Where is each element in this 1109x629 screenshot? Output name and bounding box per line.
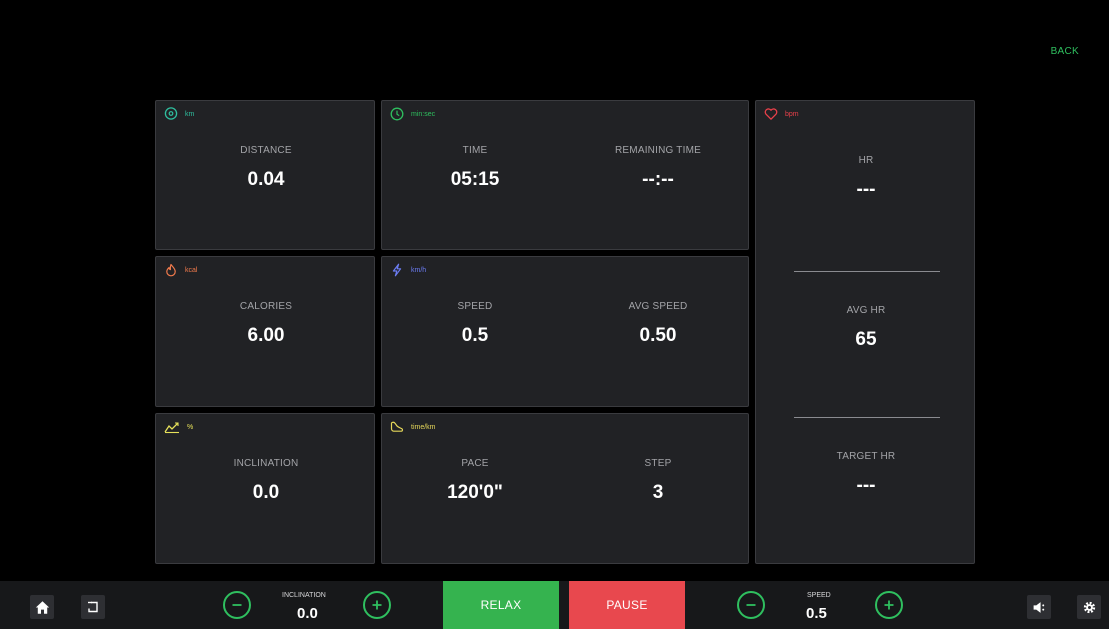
speed-control-label: SPEED [807, 592, 831, 599]
time-card: min:sec TIME 05:15 REMAINING TIME --:-- [381, 100, 749, 250]
avg-hr-label: AVG HR [846, 305, 886, 316]
remaining-time-value: --:-- [642, 169, 674, 190]
minus-icon [746, 604, 756, 606]
inclination-increase-button[interactable] [363, 591, 391, 619]
pace-value: 120'0" [447, 482, 503, 503]
calories-unit: kcal [185, 266, 198, 274]
flame-icon [166, 263, 176, 277]
speed-increase-button[interactable] [875, 591, 903, 619]
pace-label: PACE [461, 458, 489, 469]
distance-label: DISTANCE [240, 145, 292, 156]
speed-unit: km/h [411, 266, 427, 274]
remaining-time-label: REMAINING TIME [615, 145, 701, 156]
divider [794, 417, 940, 418]
settings-button[interactable] [1077, 595, 1101, 619]
plus-icon [372, 600, 382, 610]
calories-card-header: kcal [164, 263, 197, 277]
shoe-icon [390, 421, 404, 432]
speed-control-value: 0.5 [806, 605, 827, 622]
distance-unit: km [185, 110, 195, 118]
target-hr-label: TARGET HR [836, 451, 896, 462]
exit-button[interactable] [81, 595, 105, 619]
bottom-control-bar: INCLINATION 0.0 RELAX PAUSE SPEED 0.5 [0, 581, 1109, 629]
gear-icon [1083, 601, 1095, 613]
avg-speed-value: 0.50 [639, 325, 677, 346]
home-button[interactable] [30, 595, 54, 619]
time-value: 05:15 [450, 169, 500, 190]
distance-card: km DISTANCE 0.04 [155, 100, 375, 250]
time-unit: min:sec [411, 110, 436, 118]
pause-button[interactable]: PAUSE [569, 581, 685, 629]
hr-label: HR [858, 155, 874, 166]
target-hr-value: --- [856, 475, 876, 496]
home-icon [35, 600, 49, 614]
distance-value: 0.04 [247, 169, 285, 190]
heart-rate-card-header: bpm [764, 107, 799, 121]
inclination-label: INCLINATION [233, 458, 299, 469]
plus-icon [884, 600, 894, 610]
pace-card: time/km PACE 120'0" STEP 3 [381, 413, 749, 564]
volume-icon [1033, 601, 1044, 613]
speed-card: km/h SPEED 0.5 AVG SPEED 0.50 [381, 256, 749, 407]
exit-icon [88, 601, 98, 613]
inclination-control-value: 0.0 [297, 605, 318, 622]
clock-icon [390, 107, 404, 121]
avg-hr-value: 65 [855, 329, 877, 350]
pace-card-header: time/km [390, 420, 436, 434]
step-label: STEP [644, 458, 672, 469]
speed-card-header: km/h [390, 263, 426, 277]
calories-value: 6.00 [247, 325, 285, 346]
relax-button[interactable]: RELAX [443, 581, 559, 629]
pace-unit: time/km [411, 423, 436, 431]
inclination-card-header: % [164, 420, 193, 434]
step-value: 3 [652, 482, 664, 503]
minus-icon [232, 604, 242, 606]
location-pin-icon [164, 107, 178, 120]
lightning-icon [392, 263, 402, 277]
heart-rate-card: bpm HR --- AVG HR 65 TARGET HR --- [755, 100, 975, 564]
inclination-value: 0.0 [252, 482, 280, 503]
divider [794, 271, 940, 272]
speed-value: 0.5 [461, 325, 489, 346]
calories-card: kcal CALORIES 6.00 [155, 256, 375, 407]
speed-label: SPEED [457, 301, 493, 312]
inclination-decrease-button[interactable] [223, 591, 251, 619]
heart-rate-unit: bpm [785, 110, 799, 118]
time-label: TIME [462, 145, 488, 156]
avg-speed-label: AVG SPEED [628, 301, 688, 312]
time-card-header: min:sec [390, 107, 435, 121]
inclination-unit: % [187, 423, 194, 431]
inclination-control-label: INCLINATION [282, 592, 326, 599]
back-button[interactable]: BACK [1051, 46, 1079, 57]
hr-value: --- [856, 179, 876, 200]
inclination-card: % INCLINATION 0.0 [155, 413, 375, 564]
speed-decrease-button[interactable] [737, 591, 765, 619]
calories-label: CALORIES [239, 301, 293, 312]
distance-card-header: km [164, 107, 194, 121]
heart-icon [764, 108, 778, 120]
incline-icon [164, 422, 179, 434]
volume-button[interactable] [1027, 595, 1051, 619]
